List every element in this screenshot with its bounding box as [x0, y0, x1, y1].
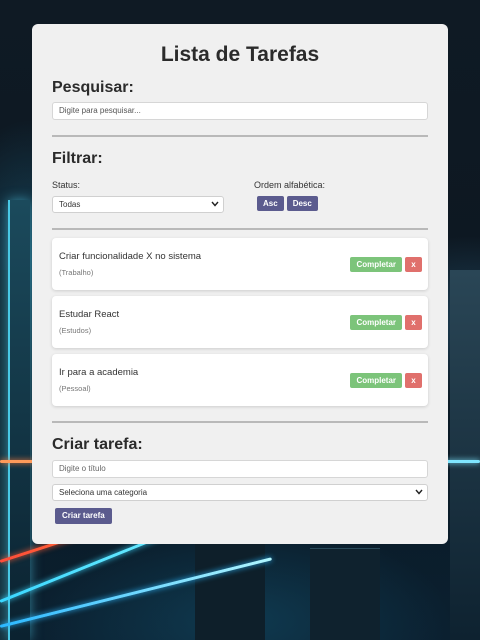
- search-heading: Pesquisar:: [52, 79, 134, 96]
- status-select[interactable]: Todas: [52, 196, 224, 213]
- create-task-button[interactable]: Criar tarefa: [55, 508, 112, 524]
- task-item: Ir para a academia (Pessoal) Completar x: [52, 354, 428, 406]
- chevron-down-icon: [211, 200, 219, 209]
- page-title: Lista de Tarefas: [160, 43, 320, 66]
- status-select-value: Todas: [59, 200, 81, 209]
- task-actions: Completar x: [350, 315, 422, 330]
- status-filter: Status: Todas: [52, 179, 254, 213]
- sort-desc-button[interactable]: Desc: [286, 196, 318, 211]
- divider: [52, 228, 428, 230]
- sort-buttons: Asc Desc: [257, 196, 325, 211]
- task-actions: Completar x: [350, 373, 422, 388]
- complete-task-button[interactable]: Completar: [350, 315, 402, 330]
- background-light-trail: [0, 460, 34, 463]
- sort-label: Ordem alfabética:: [254, 180, 326, 190]
- create-heading: Criar tarefa:: [52, 436, 143, 453]
- sort-filter: Ordem alfabética: Asc Desc: [254, 179, 325, 213]
- filter-heading: Filtrar:: [52, 150, 103, 167]
- category-select-value: Seleciona uma categoria: [59, 488, 148, 497]
- divider: [52, 135, 428, 137]
- todo-app-card: Lista de Tarefas Pesquisar: Digite para …: [32, 24, 448, 544]
- chevron-down-icon: [415, 488, 423, 497]
- search-input[interactable]: Digite para pesquisar...: [52, 102, 428, 120]
- task-title-input[interactable]: Digite o título: [52, 460, 428, 478]
- complete-task-button[interactable]: Completar: [350, 257, 402, 272]
- task-list: Criar funcionalidade X no sistema (Traba…: [52, 238, 428, 406]
- background-tower: [8, 200, 30, 640]
- background-building: [310, 548, 380, 640]
- remove-task-button[interactable]: x: [405, 257, 422, 272]
- task-item: Estudar React (Estudos) Completar x: [52, 296, 428, 348]
- background-building: [0, 270, 8, 640]
- filter-row: Status: Todas Ordem alfabética: Asc Desc: [52, 179, 428, 213]
- task-item: Criar funcionalidade X no sistema (Traba…: [52, 238, 428, 290]
- status-label: Status:: [52, 180, 81, 190]
- background-building: [450, 270, 480, 640]
- task-actions: Completar x: [350, 257, 422, 272]
- remove-task-button[interactable]: x: [405, 315, 422, 330]
- sort-asc-button[interactable]: Asc: [257, 196, 284, 211]
- divider: [52, 421, 428, 423]
- category-select[interactable]: Seleciona uma categoria: [52, 484, 428, 501]
- complete-task-button[interactable]: Completar: [350, 373, 402, 388]
- remove-task-button[interactable]: x: [405, 373, 422, 388]
- background-building: [195, 540, 265, 640]
